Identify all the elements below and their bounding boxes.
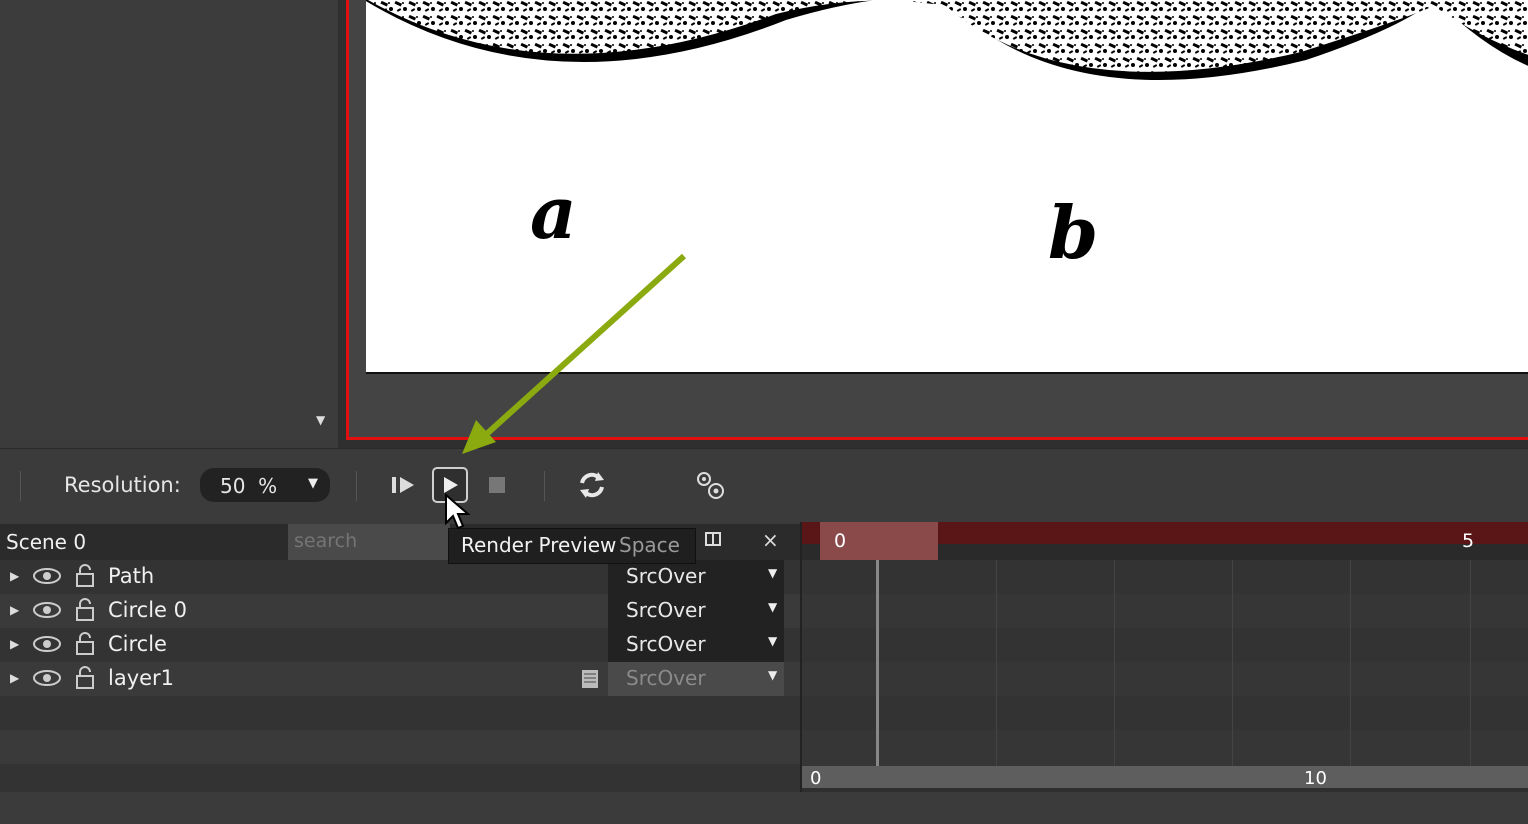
layer-row[interactable]: ▶ Path SrcOver ▼ <box>0 560 800 594</box>
layer-row[interactable]: ▶ Circle 0 SrcOver ▼ <box>0 594 800 628</box>
chevron-down-icon[interactable]: ▼ <box>768 566 777 580</box>
timeline-row <box>802 730 1528 767</box>
scroll-tick-label: 0 <box>810 768 822 789</box>
tooltip-shortcut: Space <box>619 533 680 557</box>
settings-button[interactable] <box>692 467 728 503</box>
tooltip-title: Render Preview <box>461 533 617 557</box>
status-bar <box>0 792 1528 824</box>
resolution-value: 50 % <box>220 474 278 498</box>
expand-arrow-icon[interactable]: ▶ <box>10 671 19 685</box>
empty-row <box>0 696 800 730</box>
chevron-down-icon[interactable]: ▼ <box>768 634 777 648</box>
blend-mode-select[interactable]: SrcOver ▼ <box>608 662 784 696</box>
blend-mode-select[interactable]: SrcOver ▼ <box>608 560 784 594</box>
timeline-row[interactable] <box>802 662 1528 697</box>
timeline-panel[interactable]: 0 5 0 10 <box>800 522 1528 792</box>
blend-mode-value: SrcOver <box>626 632 706 656</box>
blend-mode-value: SrcOver <box>626 666 706 690</box>
tooltip: Render Preview Space <box>448 528 696 564</box>
empty-row <box>0 730 800 764</box>
scene-name: Scene 0 <box>6 530 87 554</box>
layer-name[interactable]: Circle <box>108 632 167 656</box>
blend-mode-select[interactable]: SrcOver ▼ <box>608 594 784 628</box>
ruler-tick-label: 0 <box>834 530 847 552</box>
timeline-row <box>802 696 1528 731</box>
left-panel <box>0 0 338 440</box>
chevron-down-icon[interactable]: ▼ <box>768 668 777 682</box>
columns-icon[interactable] <box>704 530 724 550</box>
search-box[interactable] <box>288 524 450 560</box>
settings-gears-icon <box>697 472 724 499</box>
annotation-arrow <box>462 253 687 454</box>
refresh-icon <box>580 472 604 498</box>
expand-arrow-icon[interactable]: ▶ <box>10 637 19 651</box>
layer-row[interactable]: ▶ layer1 SrcOver ▼ <box>0 662 800 696</box>
grid-line <box>1350 560 1351 766</box>
mask-icon[interactable] <box>580 668 600 690</box>
play-next-frame-icon <box>392 477 414 493</box>
grid-line <box>1114 560 1115 766</box>
stop-button[interactable] <box>480 467 516 503</box>
lock-icon[interactable] <box>74 598 96 622</box>
blend-mode-select[interactable]: SrcOver ▼ <box>608 628 784 662</box>
chevron-down-icon[interactable]: ▼ <box>308 476 318 491</box>
toolbar-separator <box>20 471 21 501</box>
playback-toolbar: Resolution: 50 % ▼ <box>0 448 1528 523</box>
timeline-row[interactable] <box>802 594 1528 629</box>
expand-arrow-icon[interactable]: ▶ <box>10 569 19 583</box>
eye-icon[interactable] <box>32 566 62 586</box>
scroll-tick-label: 10 <box>1304 768 1327 789</box>
layer-name[interactable]: layer1 <box>108 666 174 690</box>
toolbar-separator <box>356 471 357 501</box>
lock-icon[interactable] <box>74 632 96 656</box>
ruler-tick-label: 5 <box>1462 530 1475 552</box>
blend-mode-value: SrcOver <box>626 564 706 588</box>
eye-icon[interactable] <box>32 600 62 620</box>
search-input[interactable] <box>288 524 450 558</box>
resolution-label: Resolution: <box>64 473 181 497</box>
chevron-down-icon[interactable]: ▼ <box>768 600 777 614</box>
timeline-row[interactable] <box>802 560 1528 595</box>
letter-b: b <box>1048 190 1098 275</box>
expand-arrow-icon[interactable]: ▶ <box>10 603 19 617</box>
grid-line <box>1470 560 1471 766</box>
playhead[interactable] <box>876 560 879 766</box>
layer-name[interactable]: Path <box>108 564 154 588</box>
blend-mode-value: SrcOver <box>626 598 706 622</box>
grid-line <box>996 560 997 766</box>
toolbar-separator <box>544 471 545 501</box>
resolution-select[interactable]: 50 % ▼ <box>200 468 330 502</box>
close-icon[interactable]: × <box>762 528 779 552</box>
timeline-row[interactable] <box>802 628 1528 663</box>
layer-row[interactable]: ▶ Circle SrcOver ▼ <box>0 628 800 662</box>
play-next-frame-button[interactable] <box>386 467 422 503</box>
timeline-scrollbar[interactable]: 0 10 <box>802 766 1528 789</box>
stop-icon <box>489 477 505 493</box>
refresh-button[interactable] <box>574 467 610 503</box>
layer-name[interactable]: Circle 0 <box>108 598 187 622</box>
lock-icon[interactable] <box>74 564 96 588</box>
grid-line <box>1232 560 1233 766</box>
empty-row <box>0 764 800 792</box>
eye-icon[interactable] <box>32 668 62 688</box>
mouse-cursor-icon <box>445 493 471 530</box>
scroll-down-arrow-icon[interactable]: ▼ <box>316 414 328 426</box>
eye-icon[interactable] <box>32 634 62 654</box>
lock-icon[interactable] <box>74 666 96 690</box>
